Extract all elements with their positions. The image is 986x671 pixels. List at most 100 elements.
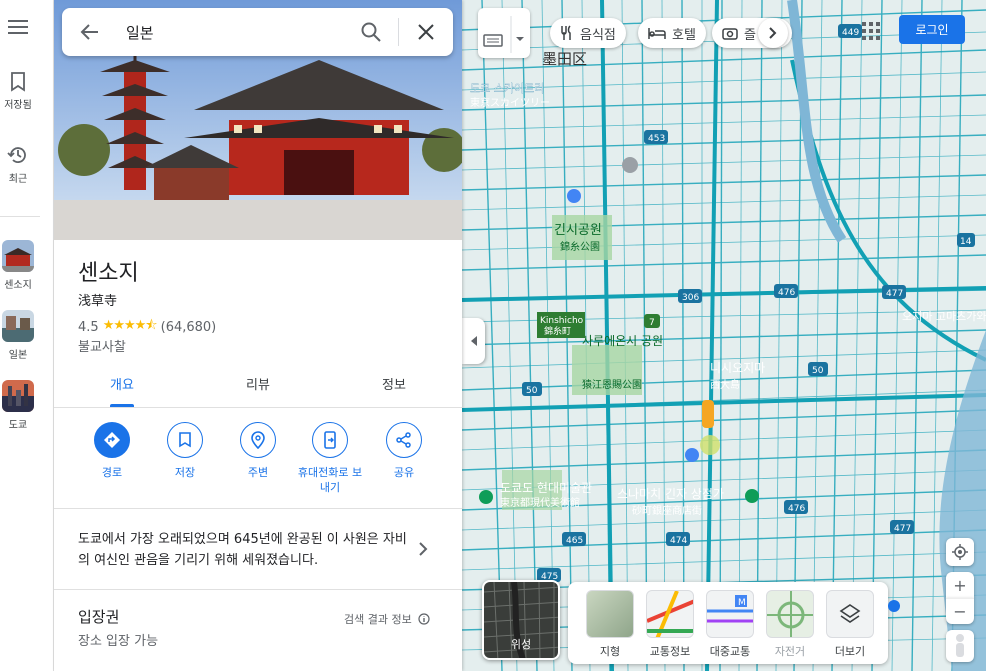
search-input[interactable] [126, 18, 346, 46]
menu-icon[interactable] [8, 20, 28, 36]
layer-transit[interactable]: M 대중교통 [702, 590, 758, 659]
map-label: 도쿄도 현대미술관 [500, 481, 592, 495]
street-view-pegman[interactable] [946, 630, 974, 662]
admission-title: 입장권 [78, 608, 120, 626]
save-button[interactable]: 저장 [150, 422, 220, 480]
rail-history-tokyo[interactable]: 도쿄 [0, 380, 36, 431]
rail-saved[interactable]: 저장됨 [0, 72, 36, 111]
tab-about[interactable]: 정보 [364, 374, 424, 393]
thumbnail-image [2, 310, 34, 342]
layer-label: 지형 [599, 645, 621, 658]
satellite-layer-toggle[interactable]: 위성 [482, 580, 560, 660]
layer-label: 자전거 [774, 645, 806, 658]
active-tab-indicator [110, 404, 134, 407]
collapse-panel-button[interactable] [462, 318, 485, 364]
chip-restaurants[interactable]: 음식점 [550, 18, 626, 48]
apps-icon[interactable] [862, 22, 880, 44]
plus-icon: + [953, 575, 967, 595]
rail-history-japan[interactable]: 일본 [0, 310, 36, 361]
rail-divider [0, 216, 40, 217]
rail-label: 일본 [8, 350, 28, 361]
my-location-button[interactable] [946, 538, 974, 566]
restaurant-icon [561, 25, 571, 40]
satellite-label: 위성 [510, 638, 532, 651]
route-number: 477 [886, 289, 903, 299]
place-category[interactable]: 불교사찰 [78, 336, 126, 355]
chips-next-button[interactable] [758, 18, 788, 48]
layers-icon [839, 604, 861, 623]
search-box [62, 8, 453, 56]
close-icon[interactable] [414, 20, 438, 44]
map-label: 사루에온시 공원 [582, 334, 663, 348]
place-title: 센소지 [78, 261, 139, 286]
map-label: 긴시공원 [554, 223, 602, 238]
map-canvas[interactable]: 墨田区 도쿄 스카이트리 東京スカイツリー 긴시공원 錦糸公園 사루에온시 공원… [462, 0, 986, 671]
chevron-left-icon [470, 336, 477, 346]
chip-label: 호텔 [672, 27, 696, 43]
chip-label: 음식점 [580, 27, 616, 43]
action-label: 휴대전화로 보 [297, 466, 363, 479]
chip-label: 즐 [744, 27, 756, 43]
layer-traffic[interactable]: 교통정보 [642, 590, 698, 659]
map-label: 니시오지마 [710, 361, 765, 375]
layer-biking[interactable]: 자전거 [762, 590, 818, 659]
input-tools[interactable] [478, 8, 530, 58]
nearby-button[interactable]: 주변 [223, 422, 293, 480]
action-label: 내기 [319, 481, 341, 494]
send-to-phone-button[interactable]: 휴대전화로 보 내기 [295, 422, 365, 495]
tab-overview[interactable]: 개요 [92, 374, 152, 393]
map-label: 스나마치 긴자 상점가 [617, 487, 724, 501]
route-number: 465 [566, 536, 583, 546]
map-label: 西大島 [710, 378, 740, 391]
search-divider [398, 18, 399, 46]
directions-icon [104, 432, 120, 448]
left-rail: 저장됨 최근 센소지 일본 도쿄 [0, 0, 54, 671]
layer-more[interactable]: 더보기 [822, 590, 878, 659]
result-info-label: 검색 결과 정보 [344, 613, 412, 626]
map-label: 墨田区 [542, 50, 587, 68]
star-rating-icon: ★★★★⯪ [102, 318, 158, 333]
map-label: 猿江恩賜公園 [582, 378, 642, 391]
description-row[interactable]: 도쿄에서 가장 오래되었으며 645년에 완공된 이 사원은 자비의 여신인 관… [54, 508, 462, 590]
pegman-icon [956, 634, 964, 657]
zoom-out-button[interactable]: − [946, 598, 974, 624]
review-count[interactable]: (64,680) [161, 320, 217, 335]
layer-label: 교통정보 [649, 645, 691, 658]
thumbnail-image [2, 380, 34, 412]
action-buttons: 경로 저장 주변 휴대전화로 보 내기 공유 [54, 422, 462, 502]
action-label: 저장 [174, 466, 196, 479]
tab-reviews[interactable]: 리뷰 [228, 374, 288, 393]
rail-recent[interactable]: 최근 [0, 144, 36, 185]
map-label: 도쿄 스카이트리 [470, 82, 544, 95]
route-number: 453 [648, 134, 665, 144]
share-button[interactable]: 공유 [369, 422, 439, 480]
back-arrow-icon[interactable] [78, 20, 102, 44]
search-icon[interactable] [359, 20, 383, 44]
zoom-in-button[interactable]: + [946, 572, 974, 598]
rail-label: 최근 [8, 174, 28, 185]
layer-tray: 지형 교통정보 M 대중교통 자전거 더보기 [568, 582, 888, 664]
rating-row[interactable]: 4.5 ★★★★⯪ (64,680) [78, 316, 216, 338]
route-number: 476 [788, 504, 805, 514]
map-label: 錦糸公園 [560, 240, 600, 253]
directions-button[interactable]: 경로 [77, 422, 147, 480]
place-panel: 센소지 浅草寺 4.5 ★★★★⯪ (64,680) 불교사찰 개요 리뷰 정보… [54, 0, 462, 671]
traffic-swatch [646, 590, 694, 638]
bookmark-icon [179, 432, 191, 448]
login-button[interactable]: 로그인 [899, 15, 965, 44]
info-icon [418, 613, 430, 625]
terrain-swatch [586, 590, 634, 638]
map-label: 東京都現代美術館 [500, 496, 580, 509]
result-info[interactable]: 검색 결과 정보 [344, 611, 430, 627]
transit-swatch: M [706, 590, 754, 638]
place-description: 도쿄에서 가장 오래되었으며 645년에 완공된 이 사원은 자비의 여신인 관… [78, 532, 407, 568]
rail-history-sensoji[interactable]: 센소지 [0, 240, 36, 291]
keyboard-icon [483, 16, 524, 53]
more-swatch [826, 590, 874, 638]
thumbnail-image [2, 240, 34, 272]
admission-subtitle: 장소 입장 가능 [78, 634, 159, 649]
layer-terrain[interactable]: 지형 [582, 590, 638, 659]
chip-hotels[interactable]: 호텔 [638, 18, 706, 48]
map-label: 錦糸町 [544, 325, 571, 337]
rail-label: 센소지 [4, 280, 32, 291]
